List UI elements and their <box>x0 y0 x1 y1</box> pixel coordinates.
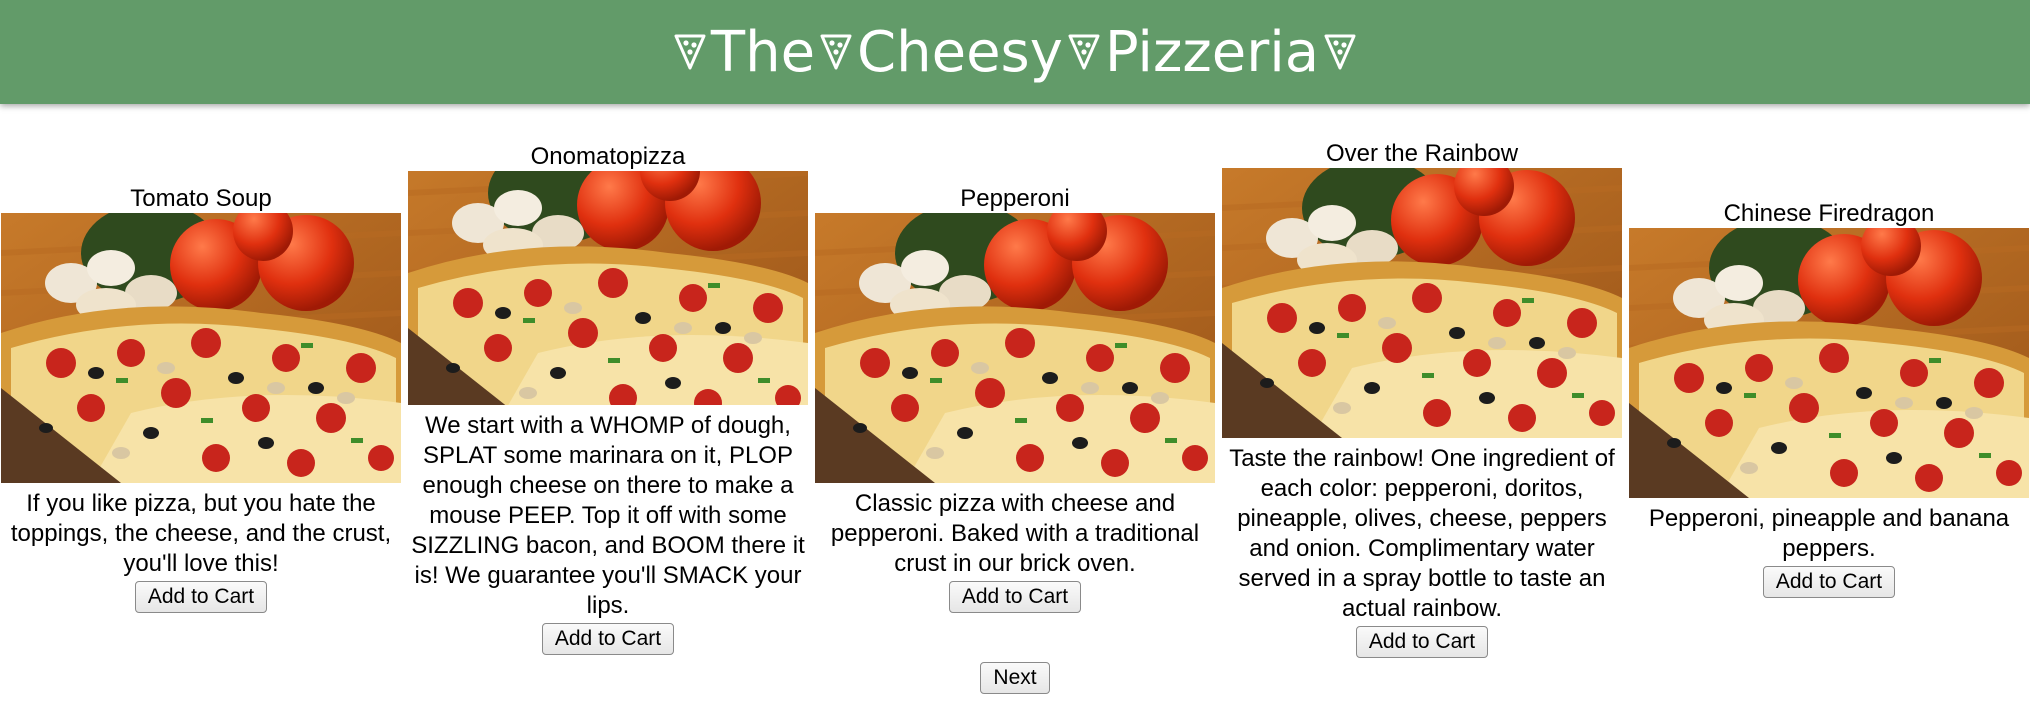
site-title-word: Pizzeria <box>1104 19 1320 85</box>
site-header: The Cheesy Pizzeria <box>0 0 2030 104</box>
pizza-name: Pepperoni <box>960 185 1070 212</box>
pizza-name: Chinese Firedragon <box>1723 200 1935 227</box>
site-title-word: The <box>710 19 816 85</box>
pizza-description: Taste the rainbow! One ingredient of eac… <box>1229 445 1615 622</box>
add-to-cart-button[interactable]: Add to Cart <box>1762 566 1896 598</box>
pizza-card: Over the Rainbow Taste the rainbow! One … <box>1221 140 1623 658</box>
next-page-button[interactable]: Next <box>980 662 1050 694</box>
site-title-word: Cheesy <box>857 19 1063 85</box>
pizza-image <box>815 213 1215 483</box>
pizza-slice-icon <box>674 34 706 70</box>
pizza-description: We start with a WHOMP of dough, SPLAT so… <box>411 412 805 619</box>
pizza-name: Onomatopizza <box>530 143 686 170</box>
add-to-cart-button[interactable]: Add to Cart <box>134 581 268 613</box>
pizza-card: Onomatopizza We start with a WHOMP of do… <box>407 143 809 655</box>
pizza-image <box>1222 168 1622 438</box>
pagination: Next <box>0 662 2030 694</box>
pizza-name: Over the Rainbow <box>1325 140 1519 167</box>
add-to-cart-button[interactable]: Add to Cart <box>1355 626 1489 658</box>
pizza-card: Tomato Soup If you like pizza, but you h… <box>0 185 402 613</box>
pizza-name: Tomato Soup <box>130 185 272 212</box>
pizza-slice-icon <box>1324 34 1356 70</box>
pizza-description: If you like pizza, but you hate the topp… <box>10 490 392 577</box>
add-to-cart-button[interactable]: Add to Cart <box>948 581 1082 613</box>
pizza-description: Pepperoni, pineapple and banana peppers. <box>1648 505 2010 562</box>
pizza-slice-icon <box>1068 34 1100 70</box>
pizza-image <box>1 213 401 483</box>
add-to-cart-button[interactable]: Add to Cart <box>541 623 675 655</box>
pizza-card: Chinese Firedragon Pepperoni, pineapple … <box>1628 200 2030 598</box>
pizza-image <box>1629 228 2029 498</box>
pizza-description: Classic pizza with cheese and pepperoni.… <box>830 490 1200 577</box>
pizza-slice-icon <box>820 34 852 70</box>
pizza-image <box>408 171 808 405</box>
pizza-menu: Tomato Soup If you like pizza, but you h… <box>0 104 2030 694</box>
pizza-card: Pepperoni Classic pizza with cheese and … <box>814 185 1216 613</box>
